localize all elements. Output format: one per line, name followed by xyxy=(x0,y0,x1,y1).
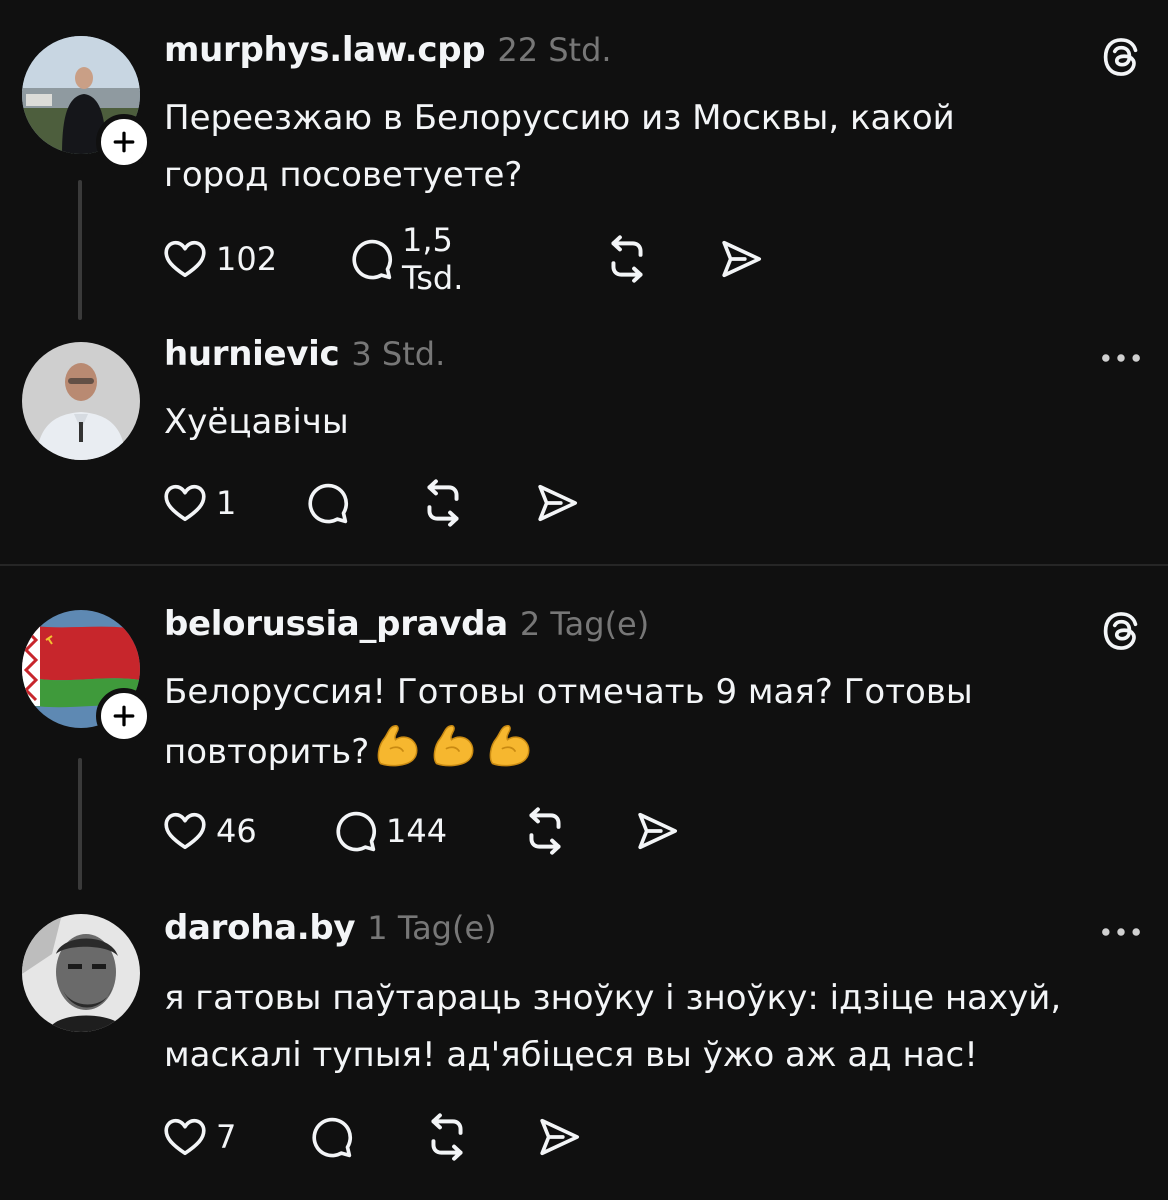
username[interactable]: belorussia_pravda xyxy=(164,604,508,644)
heart-icon xyxy=(162,236,208,282)
threads-logo-icon[interactable] xyxy=(1098,34,1144,80)
post-text-line: маскалі тупыя! ад'ябіцеся вы ўжо аж ад н… xyxy=(164,1035,978,1075)
like-button[interactable]: 46 xyxy=(162,806,257,856)
post-text-line: Хуёцавічы xyxy=(164,402,349,442)
more-options-icon[interactable] xyxy=(1098,920,1144,944)
post-hurnievic: hurnievic 3 Std. Хуёцавічы 1 xyxy=(0,330,1168,564)
share-icon xyxy=(718,236,764,282)
repost-icon xyxy=(418,478,468,528)
post-text-line: город посоветуете? xyxy=(164,155,523,195)
post-text: я гатовы паўтараць зноўку і зноўку: ідзі… xyxy=(164,970,1124,1084)
heart-icon xyxy=(162,808,208,854)
timestamp: 2 Tag(e) xyxy=(519,605,650,643)
like-count: 102 xyxy=(216,240,278,278)
avatar[interactable] xyxy=(22,342,140,460)
comment-icon xyxy=(348,236,394,282)
post-header: hurnievic 3 Std. xyxy=(164,334,445,384)
share-icon xyxy=(634,808,680,854)
repost-button[interactable] xyxy=(422,1112,472,1162)
flexed-biceps-emoji xyxy=(427,721,481,789)
share-icon xyxy=(534,480,580,526)
like-button[interactable]: 7 xyxy=(162,1112,236,1162)
username[interactable]: murphys.law.cpp xyxy=(164,30,486,70)
post-header: daroha.by 1 Tag(e) xyxy=(164,908,497,958)
share-button[interactable] xyxy=(536,1112,582,1162)
more-options-icon[interactable] xyxy=(1098,346,1144,370)
thread-line xyxy=(78,180,82,320)
repost-icon xyxy=(422,1112,472,1162)
post-text: Хуёцавічы xyxy=(164,394,1124,451)
timestamp: 1 Tag(e) xyxy=(367,909,497,947)
like-button[interactable]: 102 xyxy=(162,234,277,284)
follow-button[interactable] xyxy=(96,688,152,744)
post-text: Переезжаю в Белоруссию из Москвы, какой … xyxy=(164,90,1124,204)
post-header: murphys.law.cpp 22 Std. xyxy=(164,30,612,80)
post-text: Белоруссия! Готовы отмечать 9 мая? Готов… xyxy=(164,664,1124,789)
reply-button[interactable] xyxy=(304,478,350,528)
share-button[interactable] xyxy=(718,234,764,284)
reply-count: 1,5 Tsd. xyxy=(402,221,464,297)
threads-logo-icon[interactable] xyxy=(1098,608,1144,654)
repost-icon xyxy=(520,806,570,856)
flexed-biceps-emoji xyxy=(371,721,425,789)
repost-icon xyxy=(602,234,652,284)
like-button[interactable]: 1 xyxy=(162,478,236,528)
post-murphys-law-cpp: murphys.law.cpp 22 Std. Переезжаю в Бело… xyxy=(0,0,1168,330)
flexed-biceps-emoji xyxy=(483,721,537,789)
heart-icon xyxy=(162,480,208,526)
reply-button[interactable] xyxy=(308,1112,354,1162)
repost-button[interactable] xyxy=(602,234,652,284)
post-text-line: Белоруссия! Готовы отмечать 9 мая? Готов… xyxy=(164,672,973,712)
repost-button[interactable] xyxy=(418,478,468,528)
post-text-line: повторить? xyxy=(164,732,370,772)
repost-button[interactable] xyxy=(520,806,570,856)
share-icon xyxy=(536,1114,582,1160)
timestamp: 3 Std. xyxy=(351,335,446,373)
comment-icon xyxy=(304,480,350,526)
like-count: 46 xyxy=(216,812,257,850)
reply-button[interactable]: 144 xyxy=(332,806,447,856)
follow-button[interactable] xyxy=(96,114,152,170)
comment-icon xyxy=(308,1114,354,1160)
post-text-line: Переезжаю в Белоруссию из Москвы, какой xyxy=(164,98,955,138)
heart-icon xyxy=(162,1114,208,1160)
username[interactable]: daroha.by xyxy=(164,908,356,948)
share-button[interactable] xyxy=(534,478,580,528)
post-belorussia-pravda: belorussia_pravda 2 Tag(e) Белоруссия! Г… xyxy=(0,566,1168,890)
reply-count: 144 xyxy=(386,812,448,850)
comment-icon xyxy=(332,808,378,854)
timestamp: 22 Std. xyxy=(497,31,612,69)
reply-button[interactable]: 1,5 Tsd. xyxy=(348,221,463,297)
post-text-line-with-emoji: повторить? xyxy=(164,721,1124,789)
post-header: belorussia_pravda 2 Tag(e) xyxy=(164,604,649,654)
like-count: 1 xyxy=(216,484,237,522)
username[interactable]: hurnievic xyxy=(164,334,340,374)
like-count: 7 xyxy=(216,1118,237,1156)
thread-line xyxy=(78,758,82,890)
post-daroha-by: daroha.by 1 Tag(e) я гатовы паўтараць зн… xyxy=(0,886,1168,1200)
post-text-line: я гатовы паўтараць зноўку і зноўку: ідзі… xyxy=(164,978,1062,1018)
avatar[interactable] xyxy=(22,914,140,1032)
share-button[interactable] xyxy=(634,806,680,856)
